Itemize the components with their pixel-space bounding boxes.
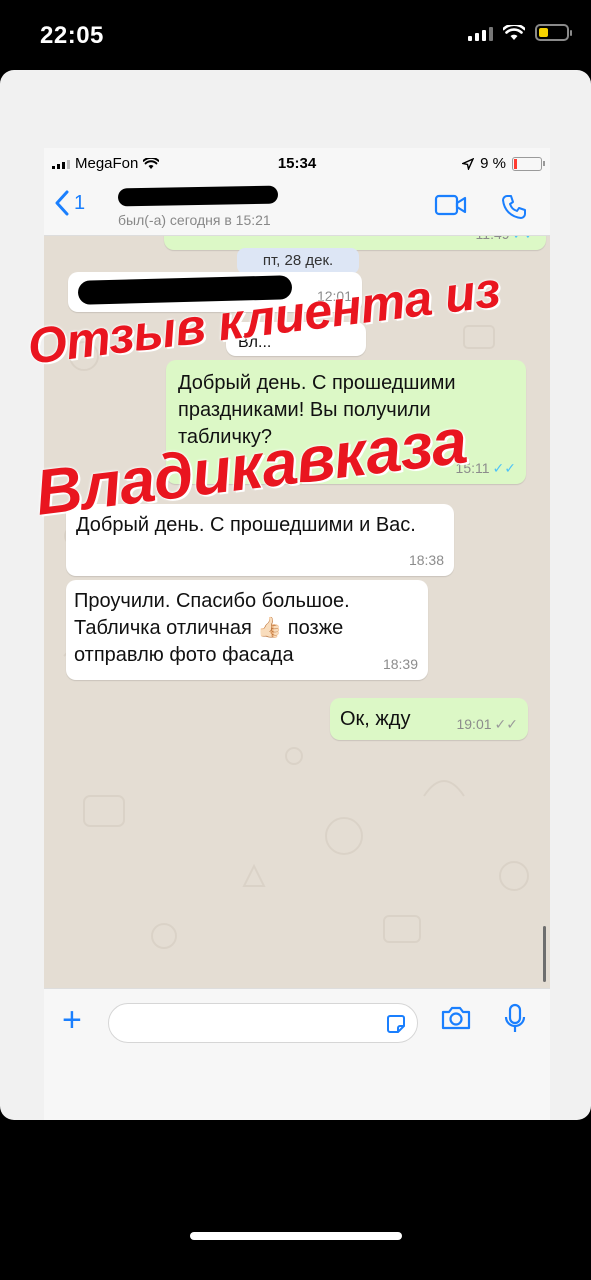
story-card: MegaFon 15:34 9 % 1 был(-а) сегодня в 15… bbox=[0, 70, 591, 1120]
message-bubble-outgoing[interactable]: Ок, жду 19:01 ✓✓ bbox=[330, 698, 528, 740]
inner-status-bar: MegaFon 15:34 9 % bbox=[44, 148, 550, 178]
wifi-icon bbox=[503, 24, 525, 40]
message-bubble-incoming[interactable]: Проучили. Спасибо большое. Табличка отли… bbox=[66, 580, 428, 680]
video-call-icon[interactable] bbox=[434, 193, 468, 217]
message-time: 18:39 bbox=[382, 656, 418, 673]
chevron-left-icon bbox=[55, 190, 69, 216]
location-arrow-icon bbox=[462, 157, 475, 170]
message-meta: 11:49 ✓✓ bbox=[476, 236, 536, 244]
message-meta: 18:39 bbox=[383, 655, 418, 674]
message-time: 18:38 bbox=[408, 552, 444, 569]
message-input-bar: + bbox=[44, 988, 550, 1058]
home-indicator[interactable] bbox=[190, 1232, 402, 1240]
message-meta: 18:38 bbox=[409, 551, 444, 570]
unread-count: 1 bbox=[74, 191, 86, 214]
battery-percent: 9 % bbox=[480, 155, 506, 172]
back-button[interactable]: 1 bbox=[54, 190, 85, 216]
read-checkmarks-icon: ✓✓ bbox=[492, 460, 516, 477]
read-checkmarks-icon: ✓✓ bbox=[513, 236, 536, 244]
message-time: 11:49 bbox=[476, 236, 510, 244]
contact-last-seen: был(-а) сегодня в 15:21 bbox=[118, 212, 271, 228]
phone-status-bar: 22:05 bbox=[0, 0, 591, 70]
delivered-checkmarks-icon: ✓✓ bbox=[494, 716, 518, 733]
message-time: 19:01 bbox=[456, 716, 492, 733]
header-actions bbox=[434, 193, 528, 221]
message-text: Проучили. Спасибо большое. Табличка отли… bbox=[74, 590, 350, 666]
battery-icon bbox=[512, 156, 545, 171]
message-bubble-outgoing[interactable]: 11:49 ✓✓ bbox=[164, 236, 546, 250]
chat-scrollbar[interactable] bbox=[543, 926, 546, 982]
camera-icon[interactable] bbox=[440, 1005, 472, 1031]
message-text: Ок, жду bbox=[340, 708, 411, 730]
date-separator: пт, 28 дек. bbox=[237, 248, 359, 274]
battery-icon bbox=[535, 24, 572, 41]
microphone-icon[interactable] bbox=[504, 1003, 526, 1035]
message-text-input[interactable] bbox=[108, 1003, 418, 1043]
sticker-icon[interactable] bbox=[385, 1013, 407, 1035]
status-time: 22:05 bbox=[40, 22, 104, 49]
inner-status-right: 9 % bbox=[462, 155, 545, 172]
status-icons bbox=[468, 24, 572, 41]
chat-header: 1 был(-а) сегодня в 15:21 bbox=[44, 178, 550, 236]
message-meta: 19:01 ✓✓ bbox=[456, 715, 518, 734]
attach-plus-button[interactable]: + bbox=[62, 1003, 82, 1037]
redacted-contact-name[interactable] bbox=[117, 185, 279, 207]
phone-call-icon[interactable] bbox=[500, 193, 528, 221]
signal-icon bbox=[468, 25, 493, 41]
